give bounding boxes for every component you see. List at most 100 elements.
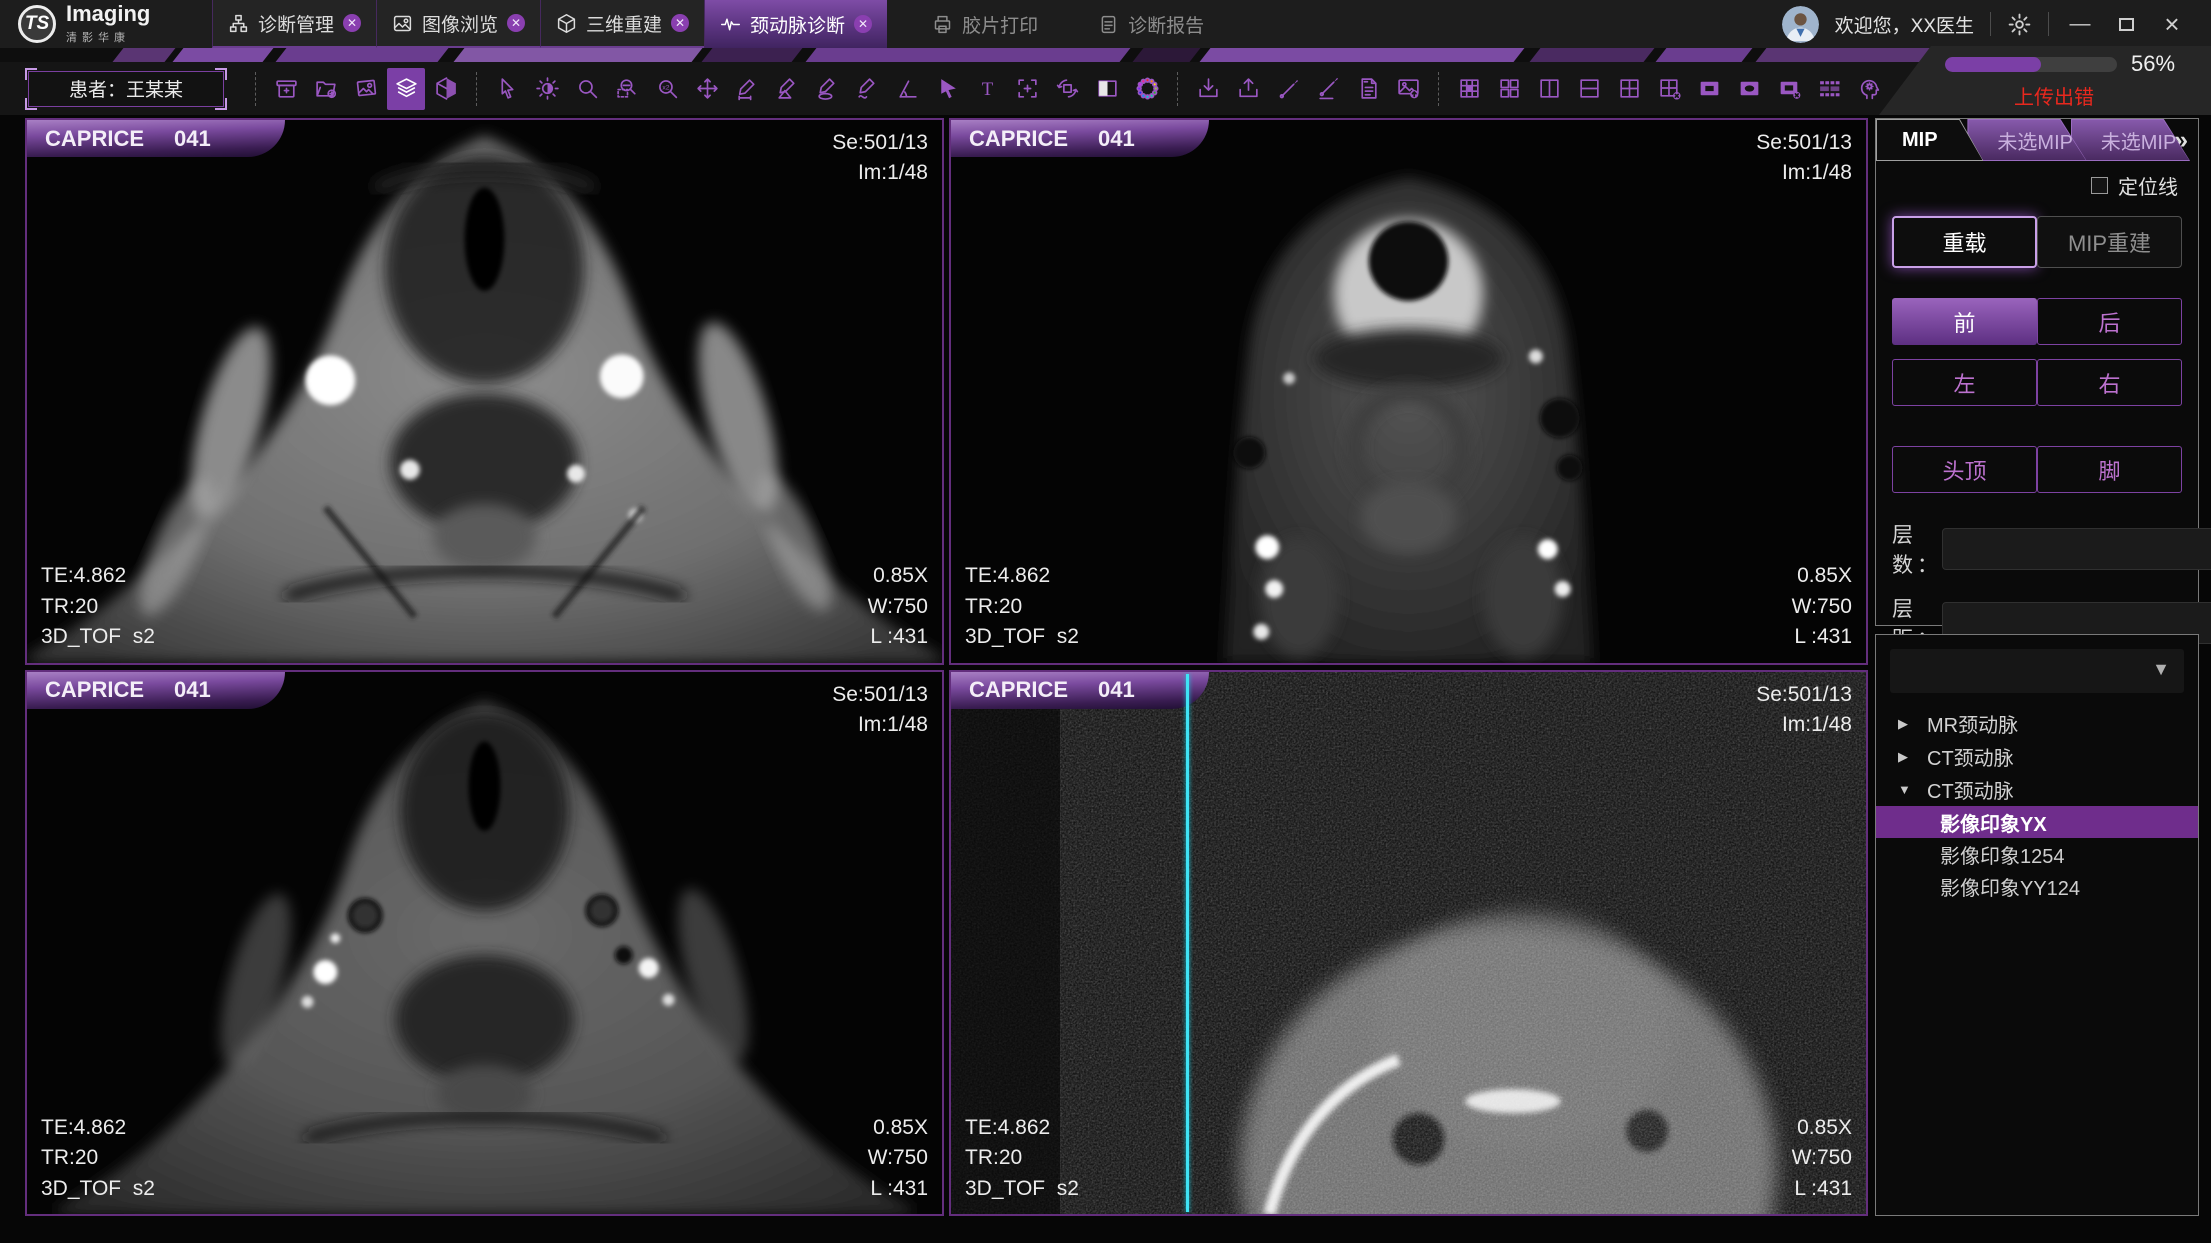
- layout-2x2-tool[interactable]: [1610, 68, 1648, 110]
- invert-tool[interactable]: [1088, 68, 1126, 110]
- layer-count-input[interactable]: [1942, 528, 2211, 570]
- direction-front-button[interactable]: 前: [1892, 298, 2037, 345]
- tree-node-ct-carotid-2[interactable]: ▼ CT颈动脉: [1876, 773, 2198, 806]
- layout-close-tool[interactable]: [1650, 68, 1688, 110]
- close-icon[interactable]: ✕: [671, 14, 689, 32]
- mip-rebuild-button[interactable]: MIP重建: [2037, 216, 2182, 268]
- close-window-button[interactable]: ×: [2157, 0, 2187, 48]
- direction-top-button[interactable]: 头顶: [1892, 446, 2037, 493]
- tab-carotid-diagnosis[interactable]: 颈动脉诊断 ✕: [704, 0, 887, 48]
- ai-analysis-tool[interactable]: [1850, 68, 1888, 110]
- two-column-icon: [1537, 76, 1562, 101]
- rotate-3d-tool[interactable]: [1048, 68, 1086, 110]
- tree-item-impression-1254[interactable]: 影像印象1254: [1876, 838, 2198, 870]
- tree-node-label: MR颈动脉: [1927, 709, 2018, 738]
- avatar[interactable]: [1782, 6, 1819, 43]
- direction-back-button[interactable]: 后: [2037, 298, 2182, 345]
- tab-unselected-mip-1[interactable]: 未选MIP: [1967, 119, 2086, 161]
- select-tool[interactable]: [488, 68, 526, 110]
- crop-icon: [1015, 76, 1040, 101]
- sequence-info: TE:4.862TR:203D_TOF s2: [41, 1113, 155, 1204]
- localizer-checkbox[interactable]: [2091, 177, 2108, 194]
- grid-2x2-icon: [1617, 76, 1642, 101]
- sequence-info: TE:4.862TR:203D_TOF s2: [965, 1113, 1079, 1204]
- maximize-button[interactable]: [2111, 0, 2141, 48]
- text-annotation-tool[interactable]: T: [968, 68, 1006, 110]
- tab-mip[interactable]: MIP: [1876, 119, 1983, 161]
- tree-collapsed-icon[interactable]: ▶: [1898, 749, 1914, 765]
- tab-3d-reconstruction[interactable]: 三维重建 ✕: [540, 0, 704, 48]
- tree-item-impression-yx[interactable]: 影像印象YX: [1876, 806, 2198, 838]
- series-header: CAPRICE041: [27, 120, 285, 157]
- close-icon[interactable]: ✕: [343, 14, 361, 32]
- tree-collapsed-icon[interactable]: ▶: [1898, 716, 1914, 732]
- series-dropdown[interactable]: ▼: [1890, 649, 2184, 693]
- rotate-3d-icon: [1055, 76, 1080, 101]
- cine-tool[interactable]: [1810, 68, 1848, 110]
- shape-rect-close-tool[interactable]: [1770, 68, 1808, 110]
- logo-icon: TS: [18, 5, 56, 43]
- measure-freehand-tool[interactable]: [848, 68, 886, 110]
- viewport-bottom-left[interactable]: CAPRICE041 Se:501/13Im:1/48 TE:4.862TR:2…: [25, 670, 944, 1217]
- direction-left-button[interactable]: 左: [1892, 359, 2037, 406]
- minimize-button[interactable]: —: [2065, 0, 2095, 48]
- layout-2row-tool[interactable]: [1570, 68, 1608, 110]
- gear-icon[interactable]: [2007, 12, 2032, 37]
- shape-rect-tool[interactable]: [1690, 68, 1728, 110]
- layout-2col-tool[interactable]: [1530, 68, 1568, 110]
- direction-right-button[interactable]: 右: [2037, 359, 2182, 406]
- viewport-bottom-right[interactable]: CAPRICE041 Se:501/13Im:1/48 TE:4.862TR:2…: [949, 670, 1868, 1217]
- upload-tool[interactable]: [1229, 68, 1267, 110]
- download-tool[interactable]: [1189, 68, 1227, 110]
- layout-grid-tool[interactable]: [1450, 68, 1488, 110]
- tree-item-impression-yy124[interactable]: 影像印象YY124: [1876, 870, 2198, 902]
- series-title: CAPRICE: [969, 126, 1068, 152]
- volume-3d-tool[interactable]: [427, 68, 465, 110]
- angle-tool[interactable]: [888, 68, 926, 110]
- draw-tool[interactable]: [1269, 68, 1307, 110]
- patient-selector[interactable]: 患者：王某某: [28, 71, 224, 107]
- close-icon[interactable]: ✕: [507, 14, 525, 32]
- localizer-line[interactable]: [1186, 674, 1189, 1213]
- zoom-2x-tool[interactable]: x2: [648, 68, 686, 110]
- tree-node-ct-carotid-1[interactable]: ▶ CT颈动脉: [1876, 740, 2198, 773]
- direction-foot-button[interactable]: 脚: [2037, 446, 2182, 493]
- tab-film-print[interactable]: 胶片打印: [917, 0, 1053, 48]
- close-icon[interactable]: ✕: [854, 15, 872, 33]
- viewport-top-left[interactable]: CAPRICE041 Se:501/13Im:1/48 TE:4.862TR:2…: [25, 118, 944, 665]
- series-number: 041: [174, 677, 211, 703]
- layers-tool[interactable]: [387, 68, 425, 110]
- pan-tool[interactable]: [688, 68, 726, 110]
- open-folder-tool[interactable]: [307, 68, 345, 110]
- arrow-annotation-tool[interactable]: [928, 68, 966, 110]
- tree-node-mr-carotid[interactable]: ▶ MR颈动脉: [1876, 707, 2198, 740]
- tab-diagnosis-management[interactable]: 诊断管理 ✕: [212, 0, 376, 48]
- series-info: Se:501/13Im:1/48: [1756, 680, 1852, 741]
- zoom-tool[interactable]: [568, 68, 606, 110]
- measure-line-tool[interactable]: [728, 68, 766, 110]
- measure-angle-tool[interactable]: [768, 68, 806, 110]
- tree-expanded-icon[interactable]: ▼: [1898, 782, 1914, 797]
- tab-diagnosis-report[interactable]: 诊断报告: [1083, 0, 1219, 48]
- import-box-tool[interactable]: [267, 68, 305, 110]
- tab-label: 三维重建: [586, 10, 662, 37]
- measure-ellipse-tool[interactable]: [808, 68, 846, 110]
- viewport-top-right[interactable]: CAPRICE041 Se:501/13Im:1/48 TE:4.862TR:2…: [949, 118, 1868, 665]
- zoom-region-tool[interactable]: [608, 68, 646, 110]
- pseudo-color-tool[interactable]: [1128, 68, 1166, 110]
- draw-line-tool[interactable]: [1309, 68, 1347, 110]
- export-image-tool[interactable]: [1389, 68, 1427, 110]
- load-image-tool[interactable]: [347, 68, 385, 110]
- tab-unselected-mip-2[interactable]: 未选MIP: [2071, 119, 2190, 161]
- window-level-tool[interactable]: [528, 68, 566, 110]
- report-tool[interactable]: [1349, 68, 1387, 110]
- tab-image-browse[interactable]: 图像浏览 ✕: [376, 0, 540, 48]
- shape-ellipse-tool[interactable]: [1730, 68, 1768, 110]
- crop-tool[interactable]: [1008, 68, 1046, 110]
- layout-quad-tool[interactable]: [1490, 68, 1528, 110]
- layer-count-label: 层数：: [1892, 519, 1942, 579]
- reload-button[interactable]: 重载: [1892, 216, 2037, 268]
- divider: [476, 72, 477, 106]
- series-number: 041: [1098, 677, 1135, 703]
- archive-plus-icon: [274, 76, 299, 101]
